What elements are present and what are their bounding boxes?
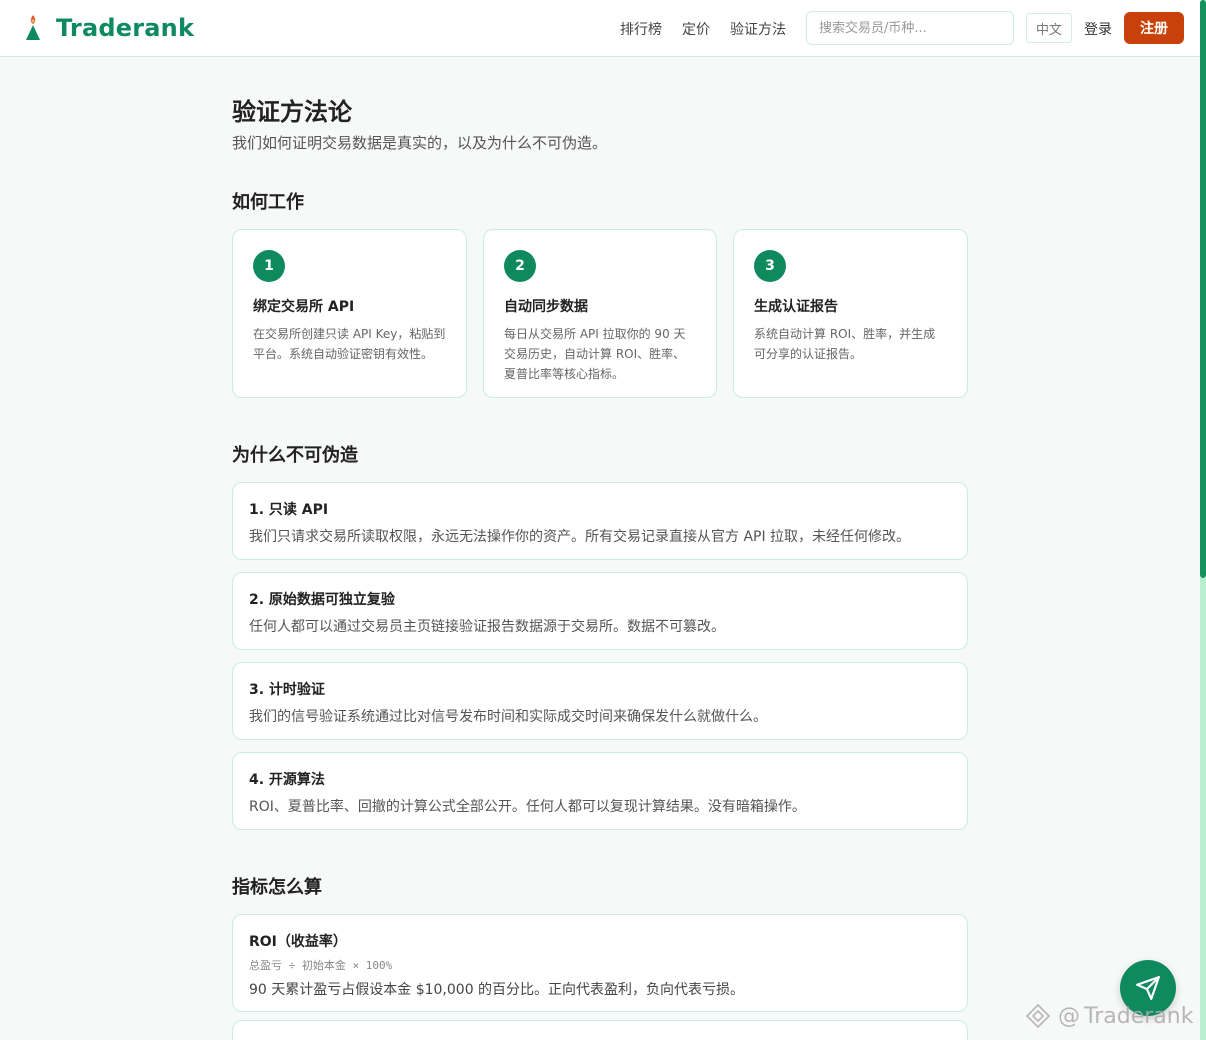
section-title-why: 为什么不可伪造 [232,445,358,466]
metric-card [232,1020,968,1040]
reason-description: 我们只请求交易所读取权限，永远无法操作你的资产。所有交易记录直接从官方 API … [249,529,911,545]
step-card: 3 生成认证报告 系统自动计算 ROI、胜率，并生成可分享的认证报告。 [733,229,968,398]
scrollbar-lower-track[interactable] [1200,578,1206,1040]
metric-formula: 总盈亏 ÷ 初始本金 × 100% [249,959,393,972]
step-number-badge: 3 [754,250,786,282]
reason-title: 3. 计时验证 [249,682,325,698]
metric-title: ROI（收益率） [249,934,347,950]
reason-description: 我们的信号验证系统通过比对信号发布时间和实际成交时间来确保发什么就做什么。 [249,709,767,725]
step-title: 自动同步数据 [504,299,588,315]
step-title: 绑定交易所 API [253,299,355,315]
watermark-logo-icon [1025,1003,1051,1029]
brand-logo[interactable]: Traderank [24,14,194,42]
reason-card: 3. 计时验证 我们的信号验证系统通过比对信号发布时间和实际成交时间来确保发什么… [232,662,968,740]
nav-leaderboard[interactable]: 排行榜 [620,19,662,39]
page-subtitle: 我们如何证明交易数据是真实的，以及为什么不可伪造。 [232,134,608,152]
watermark-at: @ [1058,1003,1080,1029]
step-card: 2 自动同步数据 每日从交易所 API 拉取你的 90 天交易历史，自动计算 R… [483,229,717,398]
top-header: Traderank 排行榜 定价 验证方法 中文 登录 注册 [0,0,1200,57]
brand-name: Traderank [56,14,195,42]
step-description: 在交易所创建只读 API Key，粘贴到平台。系统自动验证密钥有效性。 [253,327,446,361]
logo-icon [26,15,40,40]
metric-card: ROI（收益率） 总盈亏 ÷ 初始本金 × 100% 90 天累计盈亏占假设本金… [232,914,968,1012]
reason-title: 4. 开源算法 [249,772,325,788]
step-card: 1 绑定交易所 API 在交易所创建只读 API Key，粘贴到平台。系统自动验… [232,229,467,398]
nav-verification[interactable]: 验证方法 [730,19,786,39]
watermark-text: Traderank [1084,1003,1194,1029]
step-title: 生成认证报告 [754,299,838,315]
reason-card: 2. 原始数据可独立复验 任何人都可以通过交易员主页链接验证报告数据源于交易所。… [232,572,968,650]
language-switch-button[interactable]: 中文 [1026,13,1072,43]
search-input[interactable] [806,11,1014,45]
reason-card: 1. 只读 API 我们只请求交易所读取权限，永远无法操作你的资产。所有交易记录… [232,482,968,560]
reason-description: 任何人都可以通过交易员主页链接验证报告数据源于交易所。数据不可篡改。 [249,619,725,635]
step-description: 每日从交易所 API 拉取你的 90 天交易历史，自动计算 ROI、胜率、夏普比… [504,327,686,381]
reason-title: 2. 原始数据可独立复验 [249,592,395,608]
section-title-how: 如何工作 [232,192,304,213]
login-link[interactable]: 登录 [1084,19,1112,39]
send-icon [1136,976,1160,1000]
step-description: 系统自动计算 ROI、胜率，并生成可分享的认证报告。 [754,327,936,361]
watermark: @ Traderank [1024,1002,1193,1030]
register-button[interactable]: 注册 [1124,12,1184,44]
step-number-badge: 1 [253,250,285,282]
reason-card: 4. 开源算法 ROI、夏普比率、回撤的计算公式全部公开。任何人都可以复现计算结… [232,752,968,830]
scrollbar-thumb[interactable] [1200,0,1206,578]
metric-description: 90 天累计盈亏占假设本金 $10,000 的百分比。正向代表盈利，负向代表亏损… [249,982,745,998]
reason-title: 1. 只读 API [249,502,329,518]
section-title-metrics: 指标怎么算 [232,877,322,898]
page-title: 验证方法论 [232,98,352,126]
nav-pricing[interactable]: 定价 [682,19,710,39]
step-number-badge: 2 [504,250,536,282]
reason-description: ROI、夏普比率、回撤的计算公式全部公开。任何人都可以复现计算结果。没有暗箱操作… [249,799,806,815]
